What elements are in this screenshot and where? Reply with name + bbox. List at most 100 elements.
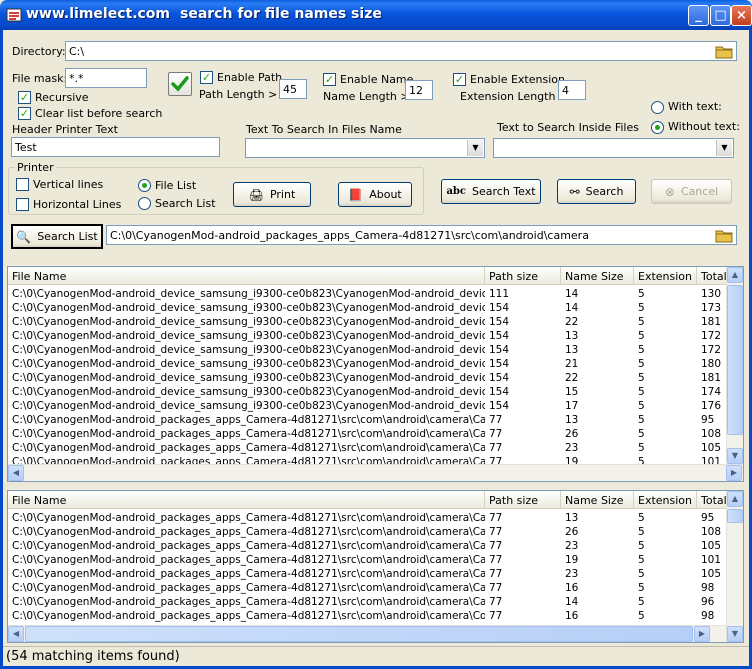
scroll-up-icon[interactable]: ▲: [727, 491, 743, 507]
name-length-field[interactable]: 12: [405, 80, 433, 100]
table-row[interactable]: C:\0\CyanogenMod-android_packages_apps_C…: [8, 539, 743, 553]
name-size-cell: 22: [565, 372, 579, 384]
extension-length-field[interactable]: 4: [558, 80, 586, 100]
header-col-name-size[interactable]: Name Size: [561, 491, 634, 509]
maximize-button[interactable]: □: [710, 5, 731, 26]
file-name-cell: C:\0\CyanogenMod-android_packages_apps_C…: [12, 582, 485, 594]
vertical-scrollbar[interactable]: ▲ ▼: [726, 491, 743, 642]
search-results-grid[interactable]: File Name Path size Name Size Extension Tota…: [7, 490, 744, 643]
search-button[interactable]: ⚯ Search: [557, 179, 636, 204]
browse-folder-icon[interactable]: [715, 43, 733, 59]
header-printer-field[interactable]: Test: [11, 137, 220, 157]
table-row[interactable]: C:\0\CyanogenMod-android_packages_apps_C…: [8, 567, 743, 581]
scroll-right-icon[interactable]: ▶: [694, 626, 710, 642]
search-list-radio[interactable]: [138, 197, 151, 210]
horizontal-scrollbar[interactable]: ◀ ▶: [8, 464, 743, 481]
vertical-lines-checkbox[interactable]: ✓: [16, 178, 29, 191]
close-button[interactable]: ×: [731, 5, 752, 26]
chevron-down-icon[interactable]: ▼: [467, 140, 483, 156]
recursive-label: Recursive: [35, 91, 89, 104]
path-length-label: Path Length >: [199, 88, 278, 101]
search-list-button[interactable]: 🔍 Search List: [11, 224, 103, 249]
chevron-down-icon[interactable]: ▼: [716, 140, 732, 156]
path-size-cell: 77: [489, 442, 503, 454]
path-size-cell: 77: [489, 428, 503, 440]
horizontal-scrollbar[interactable]: ◀ ▶: [8, 625, 726, 642]
table-row[interactable]: C:\0\CyanogenMod-android_packages_apps_C…: [8, 413, 743, 427]
text-search-name-combo[interactable]: ▼: [245, 138, 485, 158]
enable-path-checkbox[interactable]: ✓: [200, 71, 213, 84]
table-row[interactable]: C:\0\CyanogenMod-android_device_samsung_…: [8, 287, 743, 301]
table-row[interactable]: C:\0\CyanogenMod-android_device_samsung_…: [8, 315, 743, 329]
enable-name-checkbox[interactable]: ✓: [323, 73, 336, 86]
file-list-radio[interactable]: [138, 179, 151, 192]
total-cell: 130: [701, 288, 722, 300]
without-text-label: Without text:: [668, 120, 740, 133]
search-list-path-field[interactable]: C:\0\CyanogenMod-android_packages_apps_C…: [106, 225, 737, 245]
file-name-cell: C:\0\CyanogenMod-android_device_samsung_…: [12, 330, 485, 342]
scroll-left-icon[interactable]: ◀: [8, 626, 24, 642]
scroll-down-icon[interactable]: ▼: [727, 626, 743, 642]
header-col-file-name[interactable]: File Name: [8, 491, 485, 509]
table-row[interactable]: C:\0\CyanogenMod-android_packages_apps_C…: [8, 441, 743, 455]
name-size-cell: 23: [565, 442, 579, 454]
minimize-button[interactable]: _: [688, 5, 709, 26]
enable-name-label: Enable Name: [340, 73, 414, 86]
scroll-thumb[interactable]: [727, 509, 743, 523]
header-col-path-size[interactable]: Path size: [485, 267, 561, 285]
clear-list-checkbox[interactable]: ✓: [18, 107, 31, 120]
print-button[interactable]: 🖨 Print: [233, 182, 311, 207]
scroll-right-icon[interactable]: ▶: [726, 465, 742, 481]
table-row[interactable]: C:\0\CyanogenMod-android_device_samsung_…: [8, 343, 743, 357]
search-text-button[interactable]: abc Search Text: [441, 179, 541, 204]
table-row[interactable]: C:\0\CyanogenMod-android_packages_apps_C…: [8, 427, 743, 441]
header-col-extension[interactable]: Extension: [634, 491, 697, 509]
file-results-grid[interactable]: File Name Path size Name Size Extension Tota…: [7, 266, 744, 482]
name-size-cell: 19: [565, 554, 579, 566]
header-col-file-name[interactable]: File Name: [8, 267, 485, 285]
extension-cell: 5: [638, 428, 645, 440]
table-row[interactable]: C:\0\CyanogenMod-android_packages_apps_C…: [8, 553, 743, 567]
path-length-field[interactable]: 45: [279, 79, 307, 99]
header-col-extension[interactable]: Extension: [634, 267, 697, 285]
enable-extension-checkbox[interactable]: ✓: [453, 73, 466, 86]
path-size-cell: 77: [489, 540, 503, 552]
extension-cell: 5: [638, 372, 645, 384]
table-row[interactable]: C:\0\CyanogenMod-android_device_samsung_…: [8, 357, 743, 371]
grid-header: File Name Path size Name Size Extension Tota…: [8, 491, 743, 509]
extension-cell: 5: [638, 568, 645, 580]
horizontal-lines-checkbox[interactable]: ✓: [16, 198, 29, 211]
header-col-total[interactable]: Total: [697, 267, 727, 285]
table-row[interactable]: C:\0\CyanogenMod-android_device_samsung_…: [8, 385, 743, 399]
about-button[interactable]: 📕 About: [338, 182, 412, 207]
table-row[interactable]: C:\0\CyanogenMod-android_device_samsung_…: [8, 301, 743, 315]
directory-field[interactable]: C:\: [65, 41, 737, 61]
without-text-radio[interactable]: [651, 121, 664, 134]
table-row[interactable]: C:\0\CyanogenMod-android_packages_apps_C…: [8, 595, 743, 609]
header-col-name-size[interactable]: Name Size: [561, 267, 634, 285]
scroll-up-icon[interactable]: ▲: [727, 267, 743, 283]
table-row[interactable]: C:\0\CyanogenMod-android_packages_apps_C…: [8, 609, 743, 623]
scroll-down-icon[interactable]: ▼: [727, 448, 743, 464]
title-bar: www.limelect.com search for file names s…: [0, 0, 752, 30]
file-mask-field[interactable]: *.*: [65, 68, 147, 88]
with-text-radio[interactable]: [651, 101, 664, 114]
table-row[interactable]: C:\0\CyanogenMod-android_device_samsung_…: [8, 329, 743, 343]
table-row[interactable]: C:\0\CyanogenMod-android_device_samsung_…: [8, 399, 743, 413]
recursive-checkbox[interactable]: ✓: [18, 91, 31, 104]
scroll-left-icon[interactable]: ◀: [8, 465, 24, 481]
table-row[interactable]: C:\0\CyanogenMod-android_packages_apps_C…: [8, 511, 743, 525]
header-col-total[interactable]: Total: [697, 491, 727, 509]
path-size-cell: 77: [489, 554, 503, 566]
browse-folder-icon[interactable]: [715, 227, 733, 243]
text-search-inside-combo[interactable]: ▼: [493, 138, 734, 158]
table-row[interactable]: C:\0\CyanogenMod-android_device_samsung_…: [8, 371, 743, 385]
header-col-path-size[interactable]: Path size: [485, 491, 561, 509]
vertical-scrollbar[interactable]: ▲ ▼: [726, 267, 743, 464]
table-row[interactable]: C:\0\CyanogenMod-android_packages_apps_C…: [8, 581, 743, 595]
scroll-thumb[interactable]: [25, 626, 693, 642]
scroll-thumb[interactable]: [727, 285, 743, 435]
cancel-button[interactable]: ⊗ Cancel: [651, 179, 732, 204]
table-row[interactable]: C:\0\CyanogenMod-android_packages_apps_C…: [8, 525, 743, 539]
apply-button[interactable]: [168, 72, 192, 96]
